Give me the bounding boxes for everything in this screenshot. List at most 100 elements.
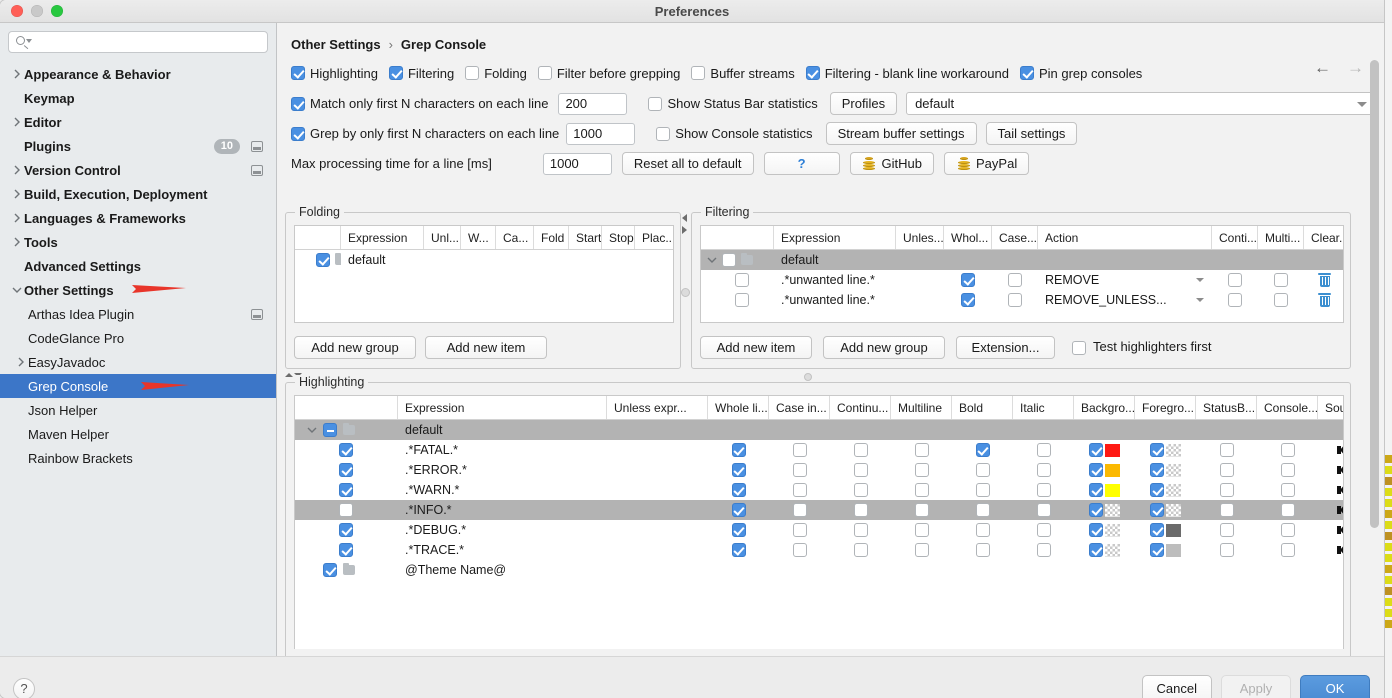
italic-checkbox[interactable] (1036, 483, 1051, 497)
minimize-window-button[interactable] (31, 5, 43, 17)
table-row[interactable]: default (701, 250, 1343, 270)
column-header-w[interactable]: W... (461, 226, 496, 249)
bold-checkbox[interactable] (975, 543, 990, 557)
console-checkbox[interactable] (1280, 543, 1295, 557)
search-input[interactable] (29, 34, 261, 50)
color-swatch[interactable] (1166, 523, 1181, 537)
bold-checkbox[interactable] (975, 483, 990, 497)
case-insensitive-checkbox[interactable] (792, 543, 807, 557)
sidebar-item-appearance-behavior[interactable]: Appearance & Behavior (0, 62, 276, 86)
toggle-filtering[interactable]: Filtering (388, 66, 454, 81)
filtering-add-new-item-button[interactable]: Add new item (700, 336, 812, 359)
breadcrumb-parent[interactable]: Other Settings (291, 37, 381, 52)
column-header-unless-expr[interactable]: Unless expr... (607, 396, 708, 419)
continue-matching-checkbox[interactable] (853, 523, 868, 537)
reset-all-to-default-button[interactable]: Reset all to default (621, 152, 754, 175)
continue-matching-checkbox[interactable] (853, 443, 868, 457)
chevron-down-icon[interactable] (1196, 298, 1204, 302)
column-header-italic[interactable]: Italic (1013, 396, 1074, 419)
maximize-window-button[interactable] (51, 5, 63, 17)
toggle-highlighting[interactable]: Highlighting (291, 66, 378, 81)
main-vertical-scrollbar[interactable] (1370, 60, 1379, 528)
column-header-bold[interactable]: Bold (952, 396, 1013, 419)
italic-checkbox[interactable] (1036, 503, 1051, 517)
disclosure-chevron-icon[interactable] (10, 237, 24, 247)
sidebar-item-tools[interactable]: Tools (0, 230, 276, 254)
disclosure-chevron-icon[interactable] (10, 189, 24, 199)
help-button[interactable]: ? (763, 152, 840, 175)
color-swatch[interactable] (1166, 543, 1181, 557)
tail-settings-button[interactable]: Tail settings (985, 122, 1078, 145)
column-header-multi[interactable]: Multi... (1258, 226, 1304, 249)
show-console-statistics-checkbox[interactable] (656, 126, 671, 141)
whole-line-checkbox[interactable] (961, 293, 975, 307)
continue-matching-checkbox[interactable] (853, 503, 868, 517)
bold-checkbox[interactable] (975, 443, 990, 457)
bold-checkbox[interactable] (975, 463, 990, 477)
ok-button[interactable]: OK (1300, 674, 1370, 698)
action-cell[interactable]: REMOVE (1038, 270, 1212, 290)
clear-console-icon[interactable] (1318, 273, 1331, 287)
disclosure-chevron-icon[interactable] (10, 213, 24, 223)
collapse-right-icon[interactable] (682, 226, 687, 234)
color-swatch[interactable] (1166, 483, 1181, 497)
color-swatch[interactable] (1166, 463, 1181, 477)
whole-line-checkbox[interactable] (961, 273, 975, 287)
disclosure-chevron-icon[interactable] (10, 117, 24, 127)
statusbar-checkbox[interactable] (1219, 523, 1234, 537)
statusbar-checkbox[interactable] (1219, 443, 1234, 457)
splitter-knob[interactable] (681, 288, 690, 297)
row-enabled-checkbox[interactable] (722, 253, 736, 267)
foreground-enabled-checkbox[interactable] (1150, 483, 1164, 497)
table-row[interactable]: .*unwanted line.* REMOVE_UNLESS... (701, 290, 1343, 310)
column-header-whol[interactable]: Whol... (944, 226, 992, 249)
row-enabled-checkbox[interactable] (735, 273, 749, 287)
bold-checkbox[interactable] (975, 503, 990, 517)
multiline-checkbox[interactable] (914, 503, 929, 517)
whole-line-checkbox[interactable] (731, 443, 746, 457)
match-first-n-checkbox[interactable] (291, 96, 305, 111)
multiline-checkbox[interactable] (914, 543, 929, 557)
multiline-checkbox[interactable] (914, 483, 929, 497)
bold-checkbox[interactable] (975, 523, 990, 537)
continue-matching-checkbox[interactable] (853, 483, 868, 497)
toggle-checkbox[interactable] (537, 66, 552, 80)
console-checkbox[interactable] (1280, 443, 1295, 457)
statusbar-checkbox[interactable] (1219, 483, 1234, 497)
color-swatch[interactable] (1166, 443, 1181, 457)
color-swatch[interactable] (1105, 503, 1120, 517)
sidebar-item-languages-frameworks[interactable]: Languages & Frameworks (0, 206, 276, 230)
sidebar-item-editor[interactable]: Editor (0, 110, 276, 134)
sound-icon[interactable] (1337, 523, 1343, 537)
folding-table[interactable]: Expression Unl... W... Ca... Fold Start Stop Pl… (294, 225, 674, 323)
sidebar-item-build-execution-deployment[interactable]: Build, Execution, Deployment (0, 182, 276, 206)
column-header-plac[interactable]: Plac... (635, 226, 673, 249)
sidebar-item-codeglance-pro[interactable]: CodeGlance Pro (0, 326, 276, 350)
stream-buffer-settings-button[interactable]: Stream buffer settings (825, 122, 977, 145)
column-header-statusb[interactable]: StatusB... (1196, 396, 1257, 419)
italic-checkbox[interactable] (1036, 543, 1051, 557)
toggle-checkbox[interactable] (805, 66, 820, 80)
test-highlighters-first-checkbox[interactable] (1072, 341, 1086, 355)
multiline-checkbox[interactable] (1274, 273, 1288, 287)
background-enabled-checkbox[interactable] (1089, 443, 1103, 457)
column-header-clear[interactable]: Clear... (1304, 226, 1343, 249)
toggle-filter-before-grepping[interactable]: Filter before grepping (537, 66, 680, 81)
toggle-checkbox[interactable] (388, 66, 403, 80)
column-header-expression[interactable]: Expression (341, 226, 424, 249)
row-enabled-checkbox[interactable] (339, 443, 353, 457)
statusbar-checkbox[interactable] (1219, 463, 1234, 477)
sidebar-item-arthas-idea-plugin[interactable]: Arthas Idea Plugin (0, 302, 276, 326)
github-button[interactable]: GitHub (849, 152, 935, 175)
collapse-up-icon[interactable] (285, 373, 293, 377)
sidebar-item-advanced-settings[interactable]: Advanced Settings (0, 254, 276, 278)
statusbar-checkbox[interactable] (1219, 543, 1234, 557)
toggle-checkbox[interactable] (1019, 66, 1034, 80)
sound-icon[interactable] (1337, 543, 1343, 557)
back-arrow-icon[interactable]: ← (1314, 59, 1331, 76)
row-enabled-checkbox[interactable] (339, 543, 353, 557)
multiline-checkbox[interactable] (1274, 293, 1288, 307)
row-enabled-checkbox[interactable] (339, 483, 353, 497)
italic-checkbox[interactable] (1036, 523, 1051, 537)
color-swatch[interactable] (1166, 503, 1181, 517)
